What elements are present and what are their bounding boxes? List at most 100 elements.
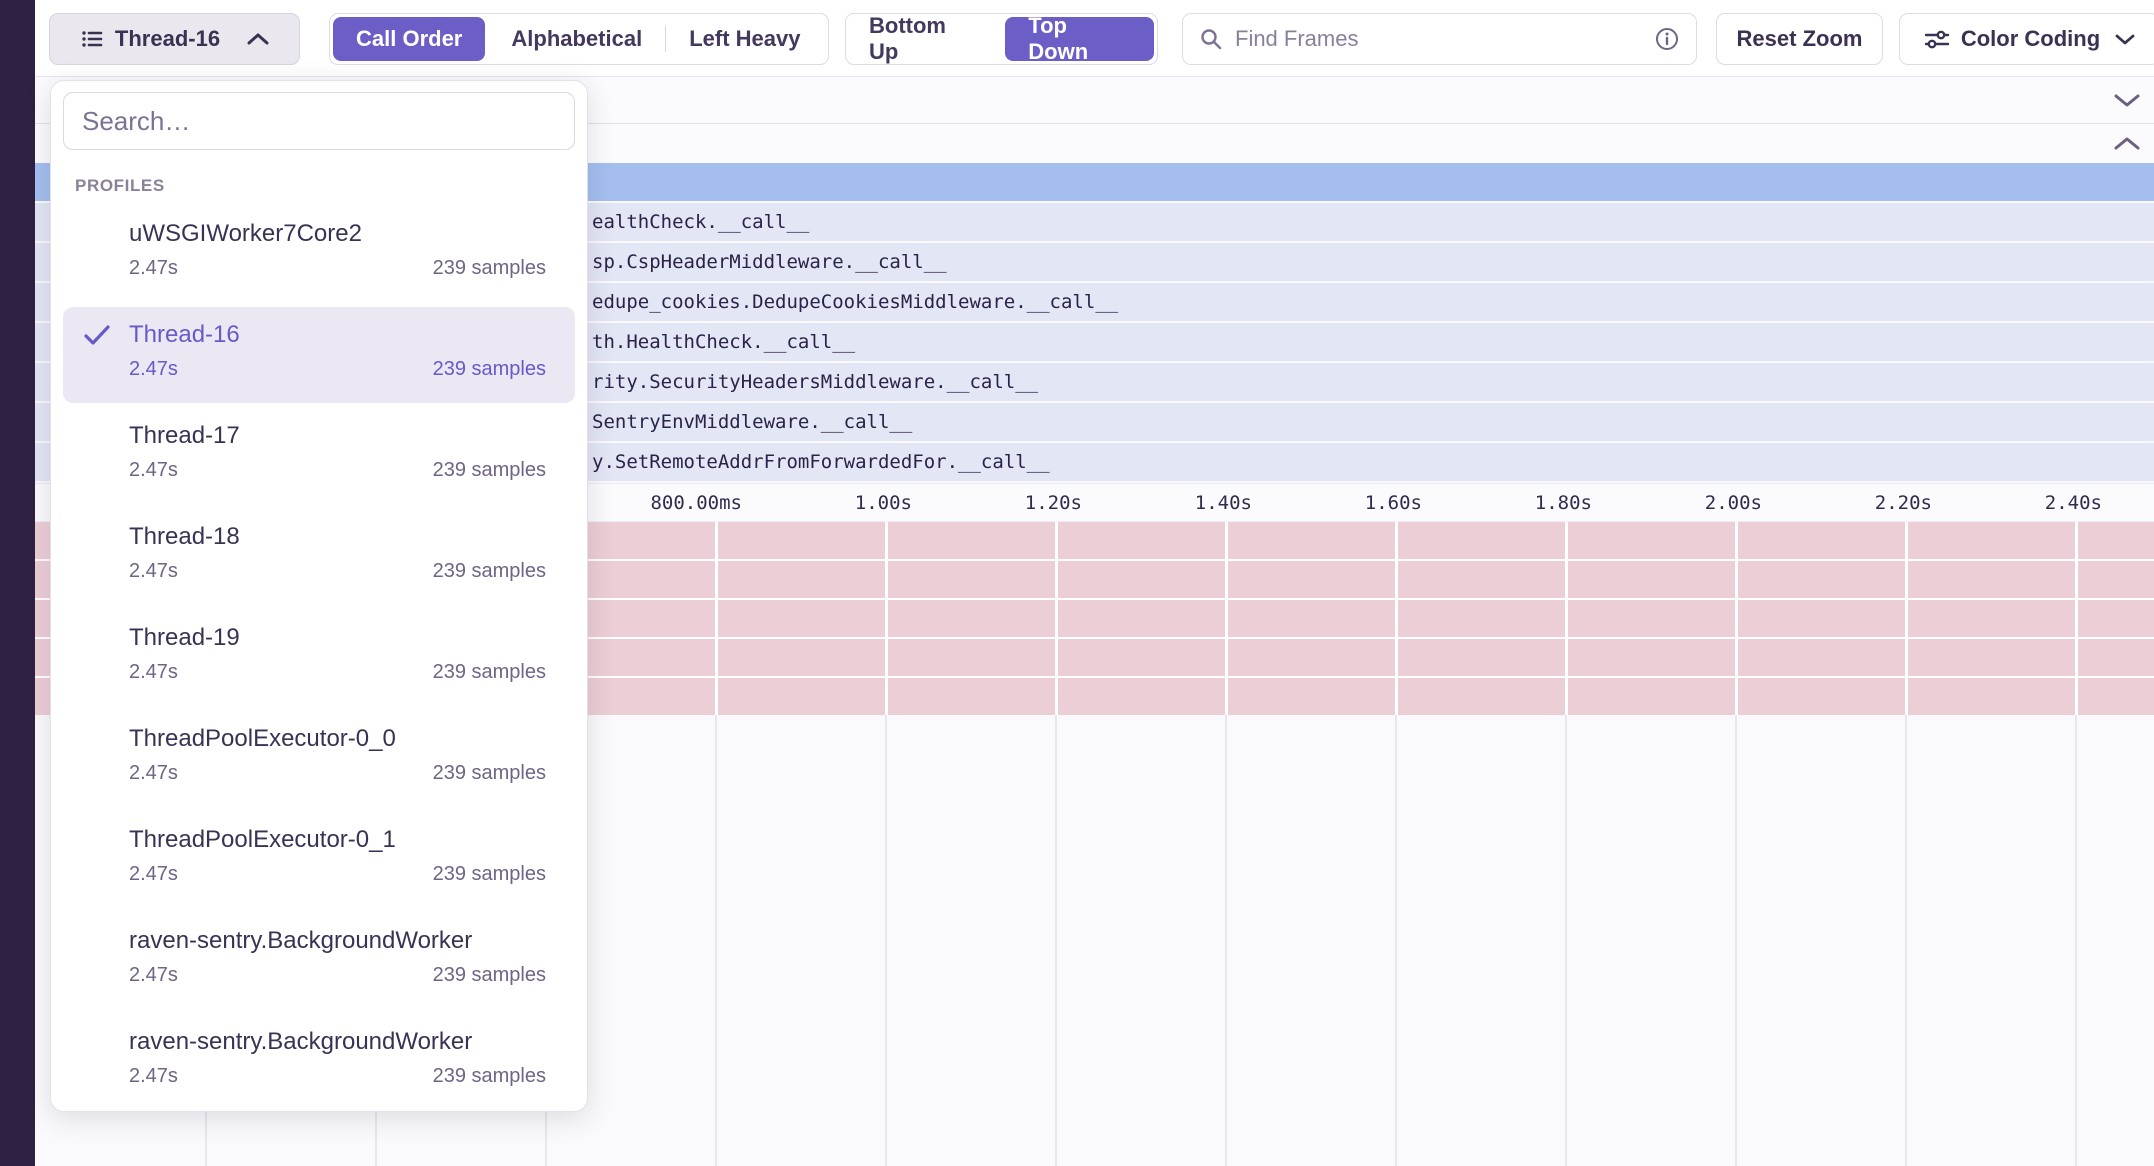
axis-tick-label: 2.00s [1705, 492, 1762, 514]
profile-duration: 2.47s [129, 459, 178, 482]
grid-line [1395, 715, 1397, 1166]
grid-line [1055, 715, 1057, 1166]
grid-line [1735, 522, 1738, 715]
grid-line [1225, 522, 1228, 715]
frame-label: SentryEnvMiddleware.__call__ [592, 411, 912, 433]
profile-item-thread-16[interactable]: Thread-16 2.47s 239 samples [63, 307, 575, 403]
grid-line [885, 522, 888, 715]
profile-duration: 2.47s [129, 762, 178, 785]
profile-samples: 239 samples [433, 459, 546, 482]
axis-tick-label: 1.60s [1365, 492, 1422, 514]
grid-line [1055, 522, 1058, 715]
profile-samples: 239 samples [433, 762, 546, 785]
frame-label: sp.CspHeaderMiddleware.__call__ [592, 251, 947, 273]
flamegraph-toolbar: Thread-16 Call OrderAlphabeticalLeft Hea… [35, 0, 2154, 77]
segment-option-top-down[interactable]: Top Down [1005, 17, 1154, 61]
profile-duration: 2.47s [129, 661, 178, 684]
frame-label: ealthCheck.__call__ [592, 211, 809, 233]
profile-samples: 239 samples [433, 863, 546, 886]
profile-item-threadpoolexecutor-0_0[interactable]: ThreadPoolExecutor-0_0 2.47s 239 samples [63, 711, 575, 807]
grid-line [1565, 715, 1567, 1166]
profile-samples: 239 samples [433, 1065, 546, 1088]
segment-option-bottom-up[interactable]: Bottom Up [846, 14, 1002, 64]
profile-name: uWSGIWorker7Core2 [129, 220, 546, 248]
find-frames-input[interactable] [1233, 25, 1654, 53]
reset-zoom-button[interactable]: Reset Zoom [1716, 13, 1883, 65]
color-coding-label: Color Coding [1961, 26, 2100, 52]
info-icon[interactable] [1654, 26, 1680, 52]
chevron-up-icon [246, 32, 270, 46]
profile-name: Thread-17 [129, 422, 546, 450]
profile-samples: 239 samples [433, 257, 546, 280]
segment-option-alphabetical[interactable]: Alphabetical [488, 14, 665, 64]
profile-item-raven-sentry.backgroundworker[interactable]: raven-sentry.BackgroundWorker 2.47s 239 sa… [63, 1014, 575, 1110]
frame-label: edupe_cookies.DedupeCookiesMiddleware.__… [592, 291, 1118, 313]
profile-samples: 239 samples [433, 560, 546, 583]
profile-item-threadpoolexecutor-0_1[interactable]: ThreadPoolExecutor-0_1 2.47s 239 samples [63, 812, 575, 908]
reset-zoom-label: Reset Zoom [1737, 26, 1863, 52]
profile-name: Thread-18 [129, 523, 546, 551]
profiles-list: uWSGIWorker7Core22.47s239 samplesThread-… [63, 206, 575, 1110]
sort-mode-segmented-control: Call OrderAlphabeticalLeft Heavy [329, 13, 829, 65]
view-direction-segmented-control: Bottom UpTop Down [845, 13, 1158, 65]
grid-line [1225, 715, 1227, 1166]
profile-name: ThreadPoolExecutor-0_1 [129, 826, 546, 854]
axis-tick-label: 2.40s [2045, 492, 2102, 514]
profile-name: ThreadPoolExecutor-0_0 [129, 725, 546, 753]
profile-duration: 2.47s [129, 257, 178, 280]
search-icon [1199, 27, 1223, 51]
checkmark-icon [83, 323, 111, 347]
chevron-up-icon [2112, 135, 2142, 151]
profile-duration: 2.47s [129, 560, 178, 583]
collapse-panel-button[interactable] [2112, 92, 2142, 108]
profile-duration: 2.47s [129, 1065, 178, 1088]
profile-duration: 2.47s [129, 358, 178, 381]
grid-line [715, 522, 718, 715]
profile-duration: 2.47s [129, 964, 178, 987]
profiler-flamegraph-view: t mealthCheck.__call__msp.CspHeaderMiddl… [0, 0, 2154, 1166]
axis-tick-label: 2.20s [1875, 492, 1932, 514]
profile-name: raven-sentry.BackgroundWorker [129, 1028, 546, 1056]
axis-tick-label: 800.00ms [650, 492, 742, 514]
profile-item-thread-18[interactable]: Thread-18 2.47s 239 samples [63, 509, 575, 605]
grid-line [1395, 522, 1398, 715]
chevron-down-icon [2114, 33, 2136, 46]
grid-line [1905, 715, 1907, 1166]
profile-item-thread-19[interactable]: Thread-19 2.47s 239 samples [63, 610, 575, 706]
grid-line [2075, 715, 2077, 1166]
axis-tick-label: 1.20s [1025, 492, 1082, 514]
axis-tick-label: 1.40s [1195, 492, 1252, 514]
grid-line [885, 715, 887, 1166]
thread-selector-label: Thread-16 [115, 26, 220, 52]
frame-label: th.HealthCheck.__call__ [592, 331, 855, 353]
thread-selector-dropdown: PROFILES uWSGIWorker7Core2 2.47s 239 sampl… [50, 80, 588, 1112]
frame-label: y.SetRemoteAddrFromForwardedFor.__call__ [592, 451, 1050, 473]
grid-line [1905, 522, 1908, 715]
profile-item-raven-sentry.backgroundworker[interactable]: raven-sentry.BackgroundWorker 2.47s 239 sa… [63, 913, 575, 1009]
profile-item-thread-17[interactable]: Thread-17 2.47s 239 samples [63, 408, 575, 504]
chevron-down-icon [2112, 92, 2142, 108]
dropdown-search-input[interactable] [63, 92, 575, 150]
profile-item-uwsgiworker7core2[interactable]: uWSGIWorker7Core2 2.47s 239 samples [63, 206, 575, 302]
app-sidebar [0, 0, 35, 1166]
find-frames-container [1182, 13, 1697, 65]
profile-name: Thread-16 [129, 321, 546, 349]
grid-line [1735, 715, 1737, 1166]
segment-option-call-order[interactable]: Call Order [333, 17, 485, 61]
profile-samples: 239 samples [433, 964, 546, 987]
list-icon [79, 26, 105, 52]
sliders-icon [1923, 27, 1951, 51]
grid-line [715, 715, 717, 1166]
expand-panel-button[interactable] [2112, 135, 2142, 151]
axis-tick-label: 1.80s [1535, 492, 1592, 514]
profile-duration: 2.47s [129, 863, 178, 886]
profile-samples: 239 samples [433, 661, 546, 684]
color-coding-button[interactable]: Color Coding [1899, 13, 2154, 65]
profile-name: Thread-19 [129, 624, 546, 652]
dropdown-section-label: PROFILES [75, 176, 575, 196]
axis-tick-label: 1.00s [855, 492, 912, 514]
profile-name: raven-sentry.BackgroundWorker [129, 927, 546, 955]
thread-selector-button[interactable]: Thread-16 [49, 13, 300, 65]
profile-samples: 239 samples [433, 358, 546, 381]
segment-option-left-heavy[interactable]: Left Heavy [666, 14, 823, 64]
